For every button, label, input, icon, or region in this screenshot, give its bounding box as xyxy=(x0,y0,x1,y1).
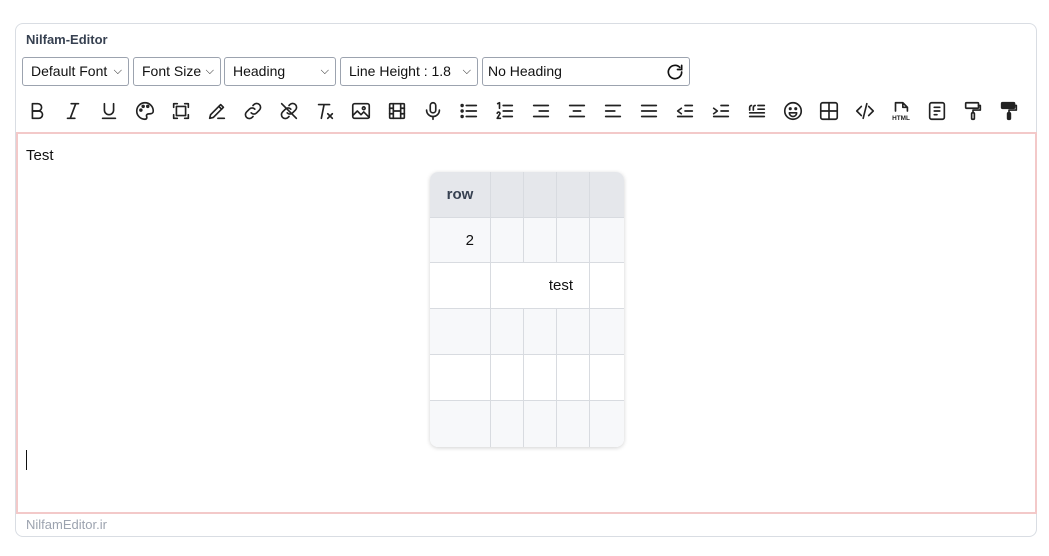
table-header-cell[interactable] xyxy=(557,172,590,218)
svg-text:HTML: HTML xyxy=(892,115,910,122)
emoji-icon[interactable] xyxy=(778,96,808,126)
microphone-icon[interactable] xyxy=(418,96,448,126)
table-cell[interactable] xyxy=(557,218,590,263)
indent-icon[interactable] xyxy=(706,96,736,126)
format-painter-icon[interactable] xyxy=(958,96,988,126)
chevron-down-icon: ⌵ xyxy=(205,65,214,77)
content-text: Test xyxy=(26,147,54,164)
paragraph-box-icon[interactable] xyxy=(922,96,952,126)
video-icon[interactable] xyxy=(382,96,412,126)
table-header-cell[interactable]: row xyxy=(430,172,491,218)
italic-icon[interactable] xyxy=(58,96,88,126)
table-cell[interactable] xyxy=(557,401,590,447)
table-cell[interactable] xyxy=(524,218,557,263)
justify-icon[interactable] xyxy=(634,96,664,126)
toolbar: HTML xyxy=(22,96,1032,126)
table-header-cell[interactable] xyxy=(524,172,557,218)
table-cell[interactable] xyxy=(557,355,590,401)
link-icon[interactable] xyxy=(238,96,268,126)
outdent-icon[interactable] xyxy=(670,96,700,126)
underline-icon[interactable] xyxy=(94,96,124,126)
table-cell[interactable] xyxy=(491,218,524,263)
bullet-list-icon[interactable] xyxy=(454,96,484,126)
font-size-select-value: Font Size xyxy=(142,63,202,79)
table-header-cell[interactable] xyxy=(491,172,524,218)
heading-input[interactable]: No Heading xyxy=(482,57,690,86)
table-cell[interactable] xyxy=(590,263,624,309)
chevron-down-icon: ⌵ xyxy=(320,65,329,77)
palette-icon[interactable] xyxy=(130,96,160,126)
align-center-icon[interactable] xyxy=(562,96,592,126)
table-cell[interactable] xyxy=(491,355,524,401)
table-cell[interactable] xyxy=(524,401,557,447)
table-cell[interactable] xyxy=(491,401,524,447)
align-right-icon[interactable] xyxy=(526,96,556,126)
select-all-icon[interactable] xyxy=(166,96,196,126)
heading-select[interactable]: Heading ⌵ xyxy=(224,57,336,86)
table-cell[interactable] xyxy=(430,263,491,309)
table-cell[interactable] xyxy=(491,309,524,355)
text-caret xyxy=(26,450,27,470)
font-select[interactable]: Default Font ⌵ xyxy=(22,57,129,86)
code-icon[interactable] xyxy=(850,96,880,126)
footer-link[interactable]: NilfamEditor.ir xyxy=(26,517,107,532)
numbered-list-icon[interactable] xyxy=(490,96,520,126)
table-cell[interactable] xyxy=(430,355,491,401)
align-left-icon[interactable] xyxy=(598,96,628,126)
table-cell[interactable] xyxy=(590,401,624,447)
chevron-down-icon: ⌵ xyxy=(462,65,471,77)
table-cell[interactable] xyxy=(557,309,590,355)
blockquote-icon[interactable] xyxy=(742,96,772,126)
chevron-down-icon: ⌵ xyxy=(113,65,122,77)
table-header-cell[interactable] xyxy=(590,172,624,218)
html-icon[interactable]: HTML xyxy=(886,96,916,126)
table-cell[interactable]: test xyxy=(491,263,590,309)
editor-title: Nilfam-Editor xyxy=(26,32,108,47)
content-table[interactable]: row 2 test xyxy=(430,172,624,447)
table-cell[interactable] xyxy=(590,355,624,401)
line-height-select-value: Line Height : 1.8 xyxy=(349,63,451,79)
font-size-select[interactable]: Font Size ⌵ xyxy=(133,57,221,86)
image-icon[interactable] xyxy=(346,96,376,126)
unlink-icon[interactable] xyxy=(274,96,304,126)
table-cell[interactable]: 2 xyxy=(430,218,491,263)
heading-input-value: No Heading xyxy=(488,63,562,79)
table-cell[interactable] xyxy=(590,309,624,355)
highlighter-icon[interactable] xyxy=(202,96,232,126)
bold-icon[interactable] xyxy=(22,96,52,126)
table-cell[interactable] xyxy=(590,218,624,263)
table-cell[interactable] xyxy=(430,309,491,355)
refresh-icon[interactable] xyxy=(665,62,685,82)
table-cell[interactable] xyxy=(524,355,557,401)
font-select-value: Default Font xyxy=(31,63,108,79)
table-cell[interactable] xyxy=(430,401,491,447)
paint-roller-icon[interactable] xyxy=(994,96,1024,126)
clear-format-icon[interactable] xyxy=(310,96,340,126)
table-icon[interactable] xyxy=(814,96,844,126)
line-height-select[interactable]: Line Height : 1.8 ⌵ xyxy=(340,57,478,86)
table-cell[interactable] xyxy=(524,309,557,355)
heading-select-value: Heading xyxy=(233,63,286,79)
